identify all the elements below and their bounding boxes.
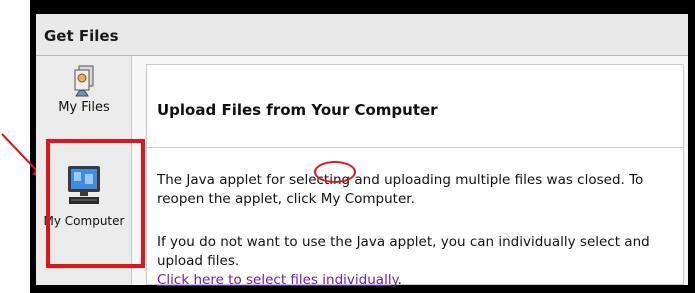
sentence-end: . <box>397 272 402 288</box>
my-computer-button[interactable]: My Computer <box>36 142 132 269</box>
individual-upload-text: If you do not want to use the Java apple… <box>157 234 650 269</box>
sidebar: My Files My Computer <box>36 56 132 285</box>
my-files-button[interactable]: My Files <box>36 60 132 134</box>
panel-heading: Upload Files from Your Computer <box>157 101 438 119</box>
content-panel: Upload Files from Your Computer The Java… <box>146 64 684 288</box>
my-files-label: My Files <box>58 100 110 115</box>
my-computer-icon <box>68 166 100 204</box>
individual-upload-message: If you do not want to use the Java apple… <box>157 233 677 290</box>
applet-closed-message: The Java applet for selecting and upload… <box>157 172 644 207</box>
my-files-icon <box>74 65 94 97</box>
divider <box>147 147 683 148</box>
my-computer-label: My Computer <box>43 214 125 228</box>
title-bar: Get Files <box>36 14 688 56</box>
select-files-individually-link[interactable]: Click here to select files individually <box>157 272 398 288</box>
window-title: Get Files <box>44 27 119 45</box>
get-files-window: Get Files My Files My Computer Upload Fi… <box>36 14 688 288</box>
